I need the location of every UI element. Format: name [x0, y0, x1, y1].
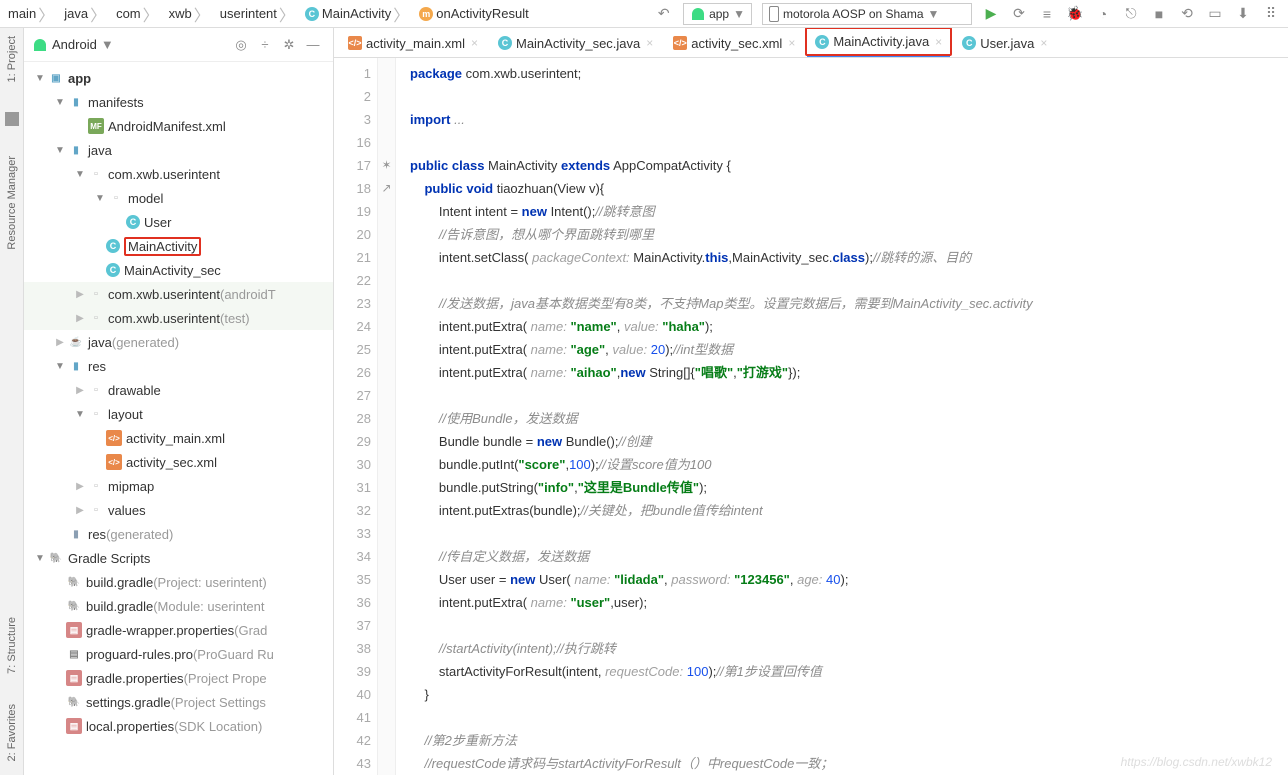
- close-icon[interactable]: ×: [646, 36, 653, 50]
- tree-settings-gradle[interactable]: 🐘settings.gradle (Project Settings: [24, 690, 333, 714]
- tree-mainactivity-sec[interactable]: CMainActivity_sec: [24, 258, 333, 282]
- close-icon[interactable]: ×: [471, 36, 478, 50]
- tab-mainactivity[interactable]: CMainActivity.java×: [807, 29, 950, 57]
- tree-values[interactable]: ▶▫values: [24, 498, 333, 522]
- tree-model[interactable]: ▼▫model: [24, 186, 333, 210]
- watermark: https://blog.csdn.net/xwbk12: [1121, 755, 1272, 769]
- android-icon: [32, 37, 48, 53]
- code-editor[interactable]: package com.xwb.userintent; import ... p…: [396, 58, 1288, 775]
- tree-manifest-file[interactable]: MFAndroidManifest.xml: [24, 114, 333, 138]
- crumb-class[interactable]: MainActivity: [322, 6, 391, 21]
- tree-local-props[interactable]: ▤local.properties (SDK Location): [24, 714, 333, 738]
- crumb-xwb[interactable]: xwb: [169, 6, 192, 21]
- avd-icon[interactable]: ▭: [1206, 5, 1224, 23]
- close-icon[interactable]: ×: [1040, 36, 1047, 50]
- tree-res[interactable]: ▼▮res: [24, 354, 333, 378]
- tree-gradle-scripts[interactable]: ▼🐘Gradle Scripts: [24, 546, 333, 570]
- crumb-com[interactable]: com: [116, 6, 141, 21]
- stop-icon[interactable]: ■: [1150, 5, 1168, 23]
- tree-java[interactable]: ▼▮java: [24, 138, 333, 162]
- tree-res-gen[interactable]: ▮res (generated): [24, 522, 333, 546]
- run-button[interactable]: ▶: [982, 5, 1000, 23]
- gutter-icons: ✶ ↗: [378, 58, 396, 775]
- apply-changes-icon[interactable]: ⟳: [1010, 5, 1028, 23]
- crumb-main[interactable]: main: [8, 6, 36, 21]
- gear-icon[interactable]: ✲: [279, 35, 299, 55]
- tree-drawable[interactable]: ▶▫drawable: [24, 378, 333, 402]
- attach-icon[interactable]: ⎋: [1122, 5, 1140, 23]
- tree-layout[interactable]: ▼▫layout: [24, 402, 333, 426]
- class-icon: C: [305, 7, 319, 21]
- target-icon[interactable]: ◎: [231, 35, 251, 55]
- tab-mainactivity-sec[interactable]: CMainActivity_sec.java×: [490, 29, 661, 57]
- tree-gradle-props[interactable]: ▤gradle.properties (Project Prope: [24, 666, 333, 690]
- line-gutter[interactable]: 1 2 3 16 17 18 19 20 21 22 23 24 25 26 2…: [334, 58, 378, 775]
- run-config-selector[interactable]: app▼: [683, 3, 752, 25]
- close-icon[interactable]: ×: [935, 35, 942, 49]
- editor-tabs: </>activity_main.xml× CMainActivity_sec.…: [334, 28, 1288, 58]
- tree-layout-sec[interactable]: </>activity_sec.xml: [24, 450, 333, 474]
- tool-project[interactable]: 1: Project: [6, 36, 18, 82]
- debug-icon[interactable]: 🐞: [1066, 5, 1084, 23]
- tree-gradle-wrapper[interactable]: ▤gradle-wrapper.properties (Grad: [24, 618, 333, 642]
- tool-structure[interactable]: 7: Structure: [6, 617, 18, 674]
- device-selector[interactable]: motorola AOSP on Shama▼: [762, 3, 972, 25]
- close-icon[interactable]: ×: [788, 36, 795, 50]
- left-tool-strip: 1: Project Resource Manager 7: Structure…: [0, 28, 24, 775]
- tree-mainactivity[interactable]: CMainActivity: [24, 234, 333, 258]
- tree-build-gradle-module[interactable]: 🐘build.gradle (Module: userintent: [24, 594, 333, 618]
- android-icon: [690, 6, 706, 22]
- tree-pkg-test[interactable]: ▶▫com.xwb.userintent (test): [24, 306, 333, 330]
- profiler-icon[interactable]: ◔: [1094, 5, 1112, 23]
- tree-layout-main[interactable]: </>activity_main.xml: [24, 426, 333, 450]
- crumb-method[interactable]: onActivityResult: [436, 6, 528, 21]
- tree-manifests[interactable]: ▼▮manifests: [24, 90, 333, 114]
- tool-favorites[interactable]: 2: Favorites: [6, 704, 18, 761]
- tree-user[interactable]: CUser: [24, 210, 333, 234]
- collapse-icon[interactable]: —: [303, 35, 323, 55]
- tab-activity-sec-xml[interactable]: </>activity_sec.xml×: [665, 29, 803, 57]
- view-selector[interactable]: Android ▼: [32, 37, 114, 53]
- gutter-annotation-icon[interactable]: ✶: [378, 154, 395, 177]
- tree-build-gradle-project[interactable]: 🐘build.gradle (Project: userintent): [24, 570, 333, 594]
- tree-pkg-androidtest[interactable]: ▶▫com.xwb.userintent (androidT: [24, 282, 333, 306]
- crumb-java[interactable]: java: [64, 6, 88, 21]
- project-tree: ▼▣app ▼▮manifests MFAndroidManifest.xml …: [24, 62, 333, 775]
- tree-pkg1[interactable]: ▼▫com.xwb.userintent: [24, 162, 333, 186]
- stack-icon[interactable]: ≡: [1038, 5, 1056, 23]
- phone-icon: [769, 6, 779, 22]
- tool-square[interactable]: [5, 112, 19, 126]
- tree-java-gen[interactable]: ▶☕java (generated): [24, 330, 333, 354]
- divide-icon[interactable]: ÷: [255, 35, 275, 55]
- back-icon[interactable]: ↶: [655, 5, 673, 23]
- more-icon[interactable]: ⠿: [1262, 5, 1280, 23]
- tree-app[interactable]: ▼▣app: [24, 66, 333, 90]
- tool-resource-manager[interactable]: Resource Manager: [6, 156, 18, 250]
- tab-activity-main-xml[interactable]: </>activity_main.xml×: [340, 29, 486, 57]
- sync-icon[interactable]: ⟲: [1178, 5, 1196, 23]
- gutter-override-icon[interactable]: ↗: [378, 177, 395, 200]
- tree-mipmap[interactable]: ▶▫mipmap: [24, 474, 333, 498]
- tab-user[interactable]: CUser.java×: [954, 29, 1055, 57]
- breadcrumb[interactable]: main〉 java〉 com〉 xwb〉 userintent〉 CMainA…: [0, 2, 655, 26]
- sdk-icon[interactable]: ⬇: [1234, 5, 1252, 23]
- method-icon: m: [419, 7, 433, 21]
- tree-proguard[interactable]: ▤proguard-rules.pro (ProGuard Ru: [24, 642, 333, 666]
- crumb-userintent[interactable]: userintent: [220, 6, 277, 21]
